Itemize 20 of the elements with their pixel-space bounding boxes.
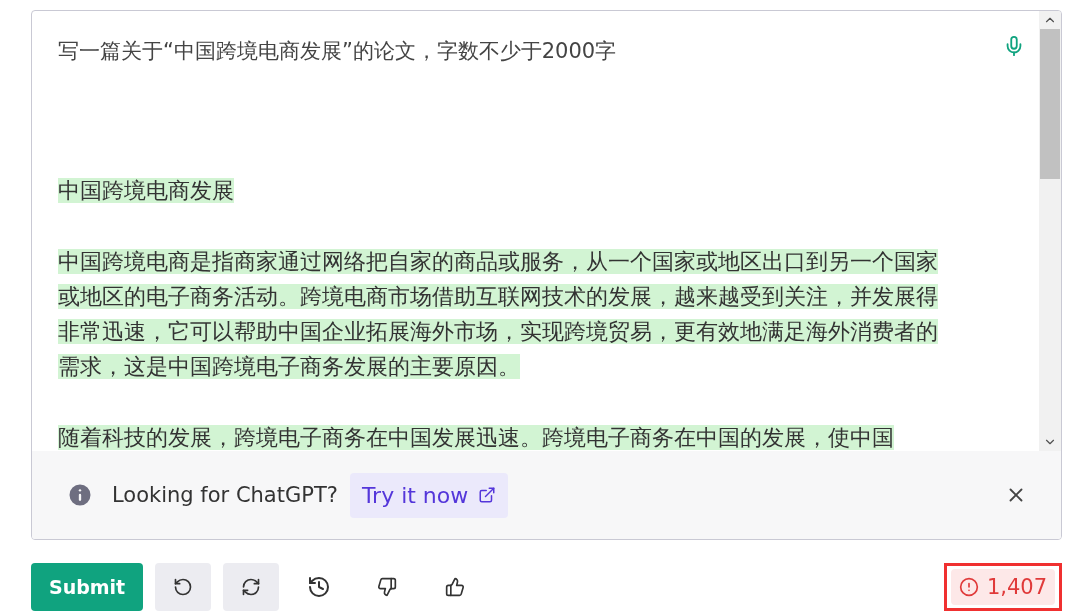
undo-button[interactable] xyxy=(155,563,212,611)
response-paragraph: 中国跨境电商发展 xyxy=(58,177,235,205)
try-link[interactable]: Try it now xyxy=(349,472,509,518)
response-paragraph: 随着科技的发展，跨境电子商务在中国发展迅速。跨境电子商务在中国的发展，使中国 xyxy=(58,424,895,451)
history-icon xyxy=(307,575,332,599)
scrollbar[interactable] xyxy=(1039,11,1061,451)
regenerate-button[interactable] xyxy=(223,563,280,611)
token-counter: 1,407 xyxy=(950,569,1055,605)
undo-icon xyxy=(173,577,194,597)
alert-icon xyxy=(958,577,979,597)
prompt-text: 写一篇关于“中国跨境电商发展”的论文，字数不少于2000字 xyxy=(58,38,617,65)
thumbs-up-icon xyxy=(445,577,466,597)
external-link-icon xyxy=(478,486,497,504)
thumbs-down-icon xyxy=(377,577,398,597)
refresh-icon xyxy=(241,577,262,597)
info-icon xyxy=(66,481,94,509)
response-paragraph: 中国跨境电商是指商家通过网络把自家的商品或服务，从一个国家或地区出口到另一个国家或地区的电子商务活动。跨境电商市场借助互联网技术的发展，越来越受到关注，并发展得非常迅速，它可以帮助中国企业拓展海外市场，实现跨境贸易，更有效地满足海外消费者的需求，这是中国跨境电子商务发展的主要原因。 xyxy=(58,248,939,381)
notice-text: Looking for ChatGPT? xyxy=(112,483,338,507)
submit-button[interactable]: Submit xyxy=(31,563,144,611)
scroll-thumb[interactable] xyxy=(1040,29,1060,179)
